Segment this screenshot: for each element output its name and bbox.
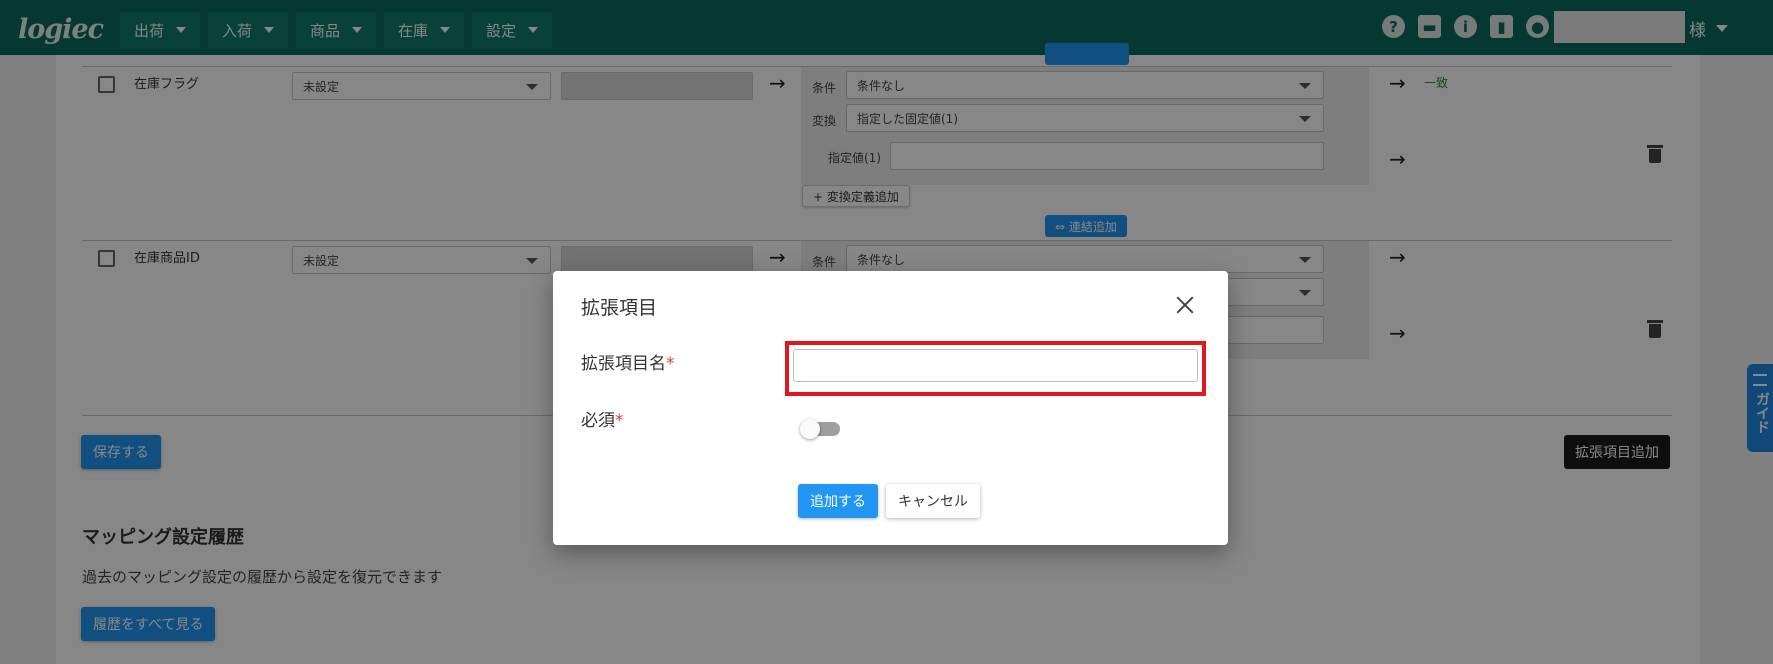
- dialog-title: 拡張項目: [581, 297, 658, 319]
- cancel-button[interactable]: キャンセル: [886, 484, 980, 518]
- add-button[interactable]: 追加する: [798, 484, 878, 518]
- required-mark: *: [666, 354, 675, 374]
- extension-item-dialog: 拡張項目 拡張項目名* 必須* 追加する キャンセル: [553, 271, 1228, 545]
- required-mark: *: [615, 411, 624, 431]
- name-field-label: 拡張項目名*: [581, 349, 675, 374]
- required-label-text: 必須: [581, 411, 615, 431]
- required-toggle[interactable]: [800, 418, 842, 440]
- extension-name-input[interactable]: [793, 349, 1198, 382]
- required-field-label: 必須*: [581, 406, 624, 431]
- name-label-text: 拡張項目名: [581, 354, 666, 374]
- toggle-knob: [800, 419, 820, 439]
- close-icon[interactable]: [1173, 293, 1197, 317]
